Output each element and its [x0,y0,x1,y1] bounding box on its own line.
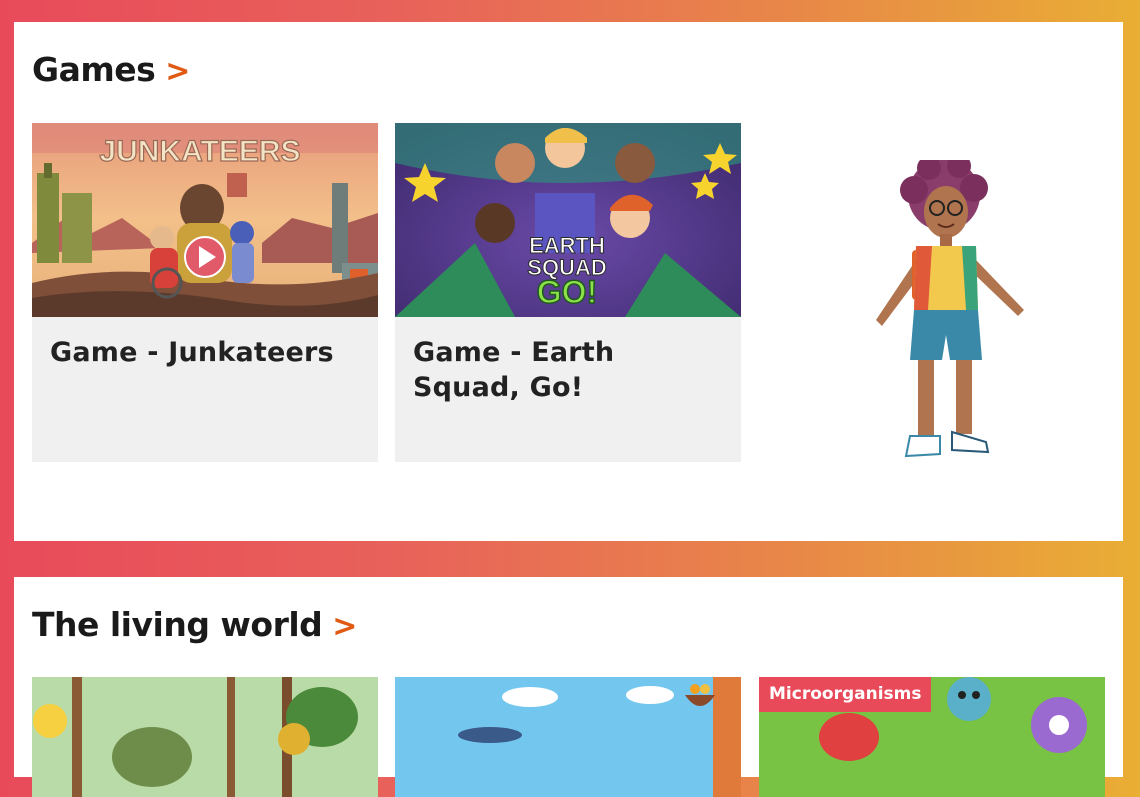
card-body: Game - Earth Squad, Go! [395,317,741,462]
game-card-earth-squad-go[interactable]: EARTH SQUAD GO! Game - Earth Squad, Go! [395,123,741,462]
sky-illustration [458,677,741,797]
card-title: Game - Junkateers [50,337,334,368]
games-panel: Games > JUNKATEERS Game - Junkateers EAR… [14,22,1123,541]
card-body: Game - Junkateers [32,317,378,462]
svg-text:JUNKATEERS: JUNKATEERS [99,135,300,168]
earth-squad-thumbnail: EARTH SQUAD GO! [395,123,741,317]
junkateers-thumbnail: JUNKATEERS [32,123,378,317]
mascot-girl-illustration [876,160,1024,458]
earth-squad-illustration: EARTH SQUAD GO! [395,123,741,317]
card-title: Game - Earth Squad, Go! [413,337,615,403]
jungle-illustration [33,677,358,797]
chevron-right-icon: > [165,54,191,89]
play-icon[interactable] [182,234,228,280]
living-world-card-1[interactable] [32,677,378,797]
living-world-panel: The living world > Microorganisms [14,577,1123,797]
living-world-card-2[interactable] [395,677,741,797]
svg-text:GO!: GO! [537,274,597,310]
games-heading: Games [32,50,156,89]
game-card-junkateers[interactable]: JUNKATEERS Game - Junkateers [32,123,378,462]
category-tag: Microorganisms [759,677,932,712]
living-world-heading: The living world [32,605,323,644]
living-world-heading-link[interactable]: The living world > [32,605,357,644]
chevron-right-icon: > [332,609,358,644]
junkateers-illustration: JUNKATEERS [32,123,378,317]
games-heading-link[interactable]: Games > [32,50,190,89]
living-world-card-microorganisms[interactable]: Microorganisms [759,677,1105,797]
